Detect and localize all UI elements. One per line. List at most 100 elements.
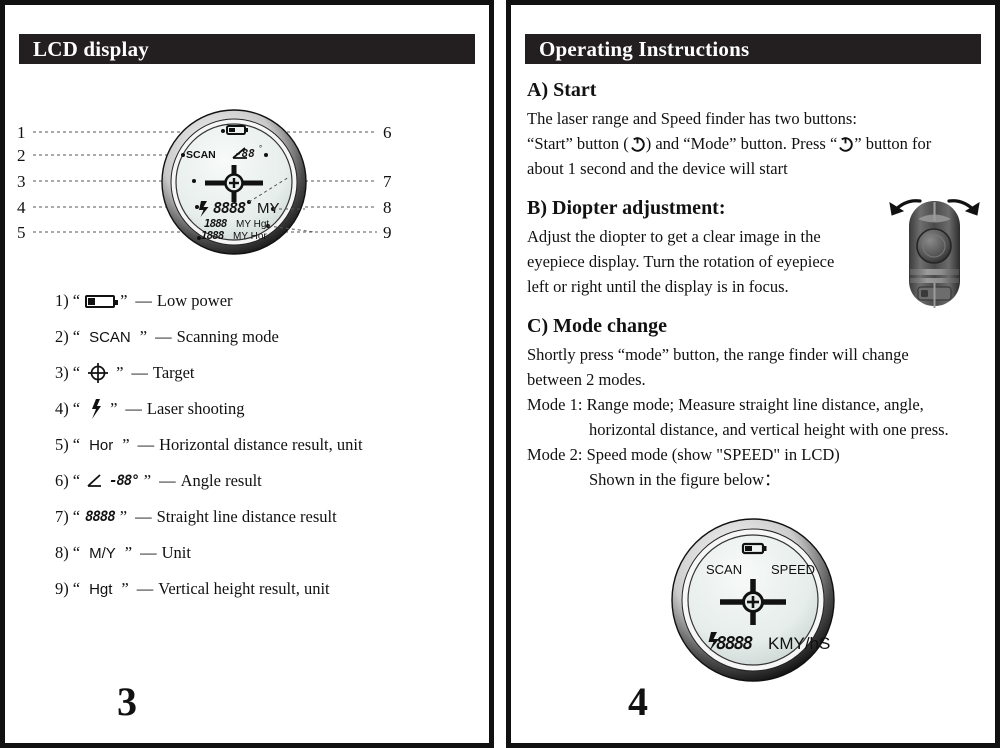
legend-dash: —: [135, 507, 152, 526]
diopter-eyepiece-image: [882, 191, 987, 311]
speed-lcd-value: 8888: [716, 633, 753, 654]
page-number-left: 3: [117, 679, 137, 724]
quote-close: ”: [116, 363, 124, 382]
speed-lcd-speed-label: SPEED: [771, 562, 815, 577]
quote-open: “: [72, 435, 81, 454]
callout-4: 4: [17, 198, 26, 217]
laser-bolt-icon: [85, 397, 105, 421]
callout-5: 5: [17, 223, 26, 242]
quote-open: “: [72, 507, 81, 526]
lcd-display-figure: SCAN -88 ° 8888 MY 1888 MY Hgt 1888 MY H…: [5, 85, 489, 265]
legend-item-1: 1) “ ” — Low power: [55, 283, 473, 319]
quote-close: ”: [110, 399, 118, 418]
digits-symbol: 8888: [85, 509, 116, 525]
legend-item-6: 6) “ -88° ” — Angle result: [55, 463, 473, 499]
section-c-line1: Shortly press “mode” button, the range f…: [527, 345, 909, 364]
legend-item-9: 9) “ Hgt ” — Vertical height result, uni…: [55, 571, 473, 607]
quote-open: “: [72, 363, 81, 382]
section-a-line2-part2: ) and “Mode” button. Press “: [645, 134, 838, 153]
quote-open: “: [72, 471, 81, 490]
legend-item-5: 5) “ Hor ” — Horizontal distance result,…: [55, 427, 473, 463]
section-a-line1: The laser range and Speed finder has two…: [527, 109, 857, 128]
section-a-line2: “Start” button ( ) and “Mode” button. Pre…: [527, 131, 981, 156]
quote-open: “: [72, 291, 81, 310]
left-page: LCD display SCAN -88 ° 8888 MY 1888 MY H…: [0, 0, 494, 748]
legend-num-2: 2): [55, 327, 69, 346]
right-page: Operating Instructions A) Start The lase…: [506, 0, 1000, 748]
legend-dash: —: [125, 399, 142, 418]
legend-dash: —: [131, 363, 148, 382]
callout-7: 7: [383, 172, 392, 191]
legend-dash: —: [135, 291, 152, 310]
legend-num-5: 5): [55, 435, 69, 454]
quote-open: “: [72, 579, 81, 598]
legend-num-6: 6): [55, 471, 69, 490]
svg-text:-88: -88: [235, 147, 255, 160]
power-icon: [837, 134, 854, 152]
legend-desc-1: Low power: [156, 291, 233, 310]
hor-text-symbol: Hor: [89, 436, 114, 454]
legend-dash: —: [140, 543, 157, 562]
left-page-content: LCD display SCAN -88 ° 8888 MY 1888 MY H…: [5, 5, 489, 743]
legend-desc-8: Unit: [161, 543, 191, 562]
quote-close: ”: [139, 327, 148, 346]
quote-close: ”: [119, 507, 128, 526]
legend-num-4: 4): [55, 399, 69, 418]
section-c-heading: C) Mode change: [527, 315, 667, 337]
lcd-hgt-unit: MY Hgt: [236, 219, 269, 230]
quote-open: “: [72, 327, 81, 346]
legend-dash: —: [137, 435, 155, 454]
legend-num-3: 3): [55, 363, 69, 382]
battery-icon: [85, 294, 119, 308]
legend-num-7: 7): [55, 507, 69, 526]
legend-desc-7: Straight line distance result: [156, 507, 337, 526]
legend-item-8: 8) “ M/Y ” — Unit: [55, 535, 473, 571]
power-icon: [629, 134, 646, 152]
legend-item-4: 4) “ ” — Laser shooting: [55, 391, 473, 427]
legend-desc-9: Vertical height result, unit: [158, 579, 330, 598]
page-title: Operating Instructions: [539, 36, 750, 61]
legend-dash: —: [136, 579, 154, 598]
page-title: LCD display: [33, 36, 149, 61]
section-c-figure-caption: Shown in the figure below：: [589, 470, 781, 489]
target-icon: [85, 361, 111, 385]
quote-open: “: [72, 543, 81, 562]
section-c-line2: between 2 modes.: [527, 370, 646, 389]
legend-num-8: 8): [55, 543, 69, 562]
manual-page-spread: LCD display SCAN -88 ° 8888 MY 1888 MY H…: [0, 0, 1000, 748]
hgt-text-symbol: Hgt: [89, 580, 113, 598]
section-a-line2-part1: “Start” button (: [527, 134, 629, 153]
legend-dash: —: [155, 327, 172, 346]
lcd-scan-label: SCAN: [186, 149, 216, 161]
lcd-main-value: 8888: [213, 199, 246, 217]
speed-lcd-unit: KMY/hS: [768, 634, 830, 653]
quote-close: ”: [143, 471, 152, 490]
legend-item-3: 3) “ ” — Target: [55, 355, 473, 391]
section-a-heading: A) Start: [527, 79, 597, 101]
legend-num-9: 9): [55, 579, 69, 598]
lcd-main-unit: MY: [257, 200, 280, 217]
callout-3: 3: [17, 172, 26, 191]
legend-dash: —: [159, 471, 176, 490]
right-page-header-bar: Operating Instructions: [525, 34, 981, 64]
legend-num-1: 1): [55, 291, 69, 310]
angle-value-symbol: -88°: [109, 473, 140, 489]
callout-9: 9: [383, 223, 392, 242]
lcd-hor-value: 1888: [201, 229, 225, 242]
section-c-mode2-line1: Mode 2: Speed mode (show "SPEED" in LCD): [527, 445, 840, 464]
angle-symbol: [85, 472, 103, 490]
speed-mode-lcd-figure: SCAN SPEED 8888 KMY/hS: [511, 517, 995, 687]
callout-2: 2: [17, 146, 26, 165]
quote-close: ”: [122, 435, 130, 454]
legend-desc-3: Target: [152, 363, 195, 382]
legend-desc-5: Horizontal distance result, unit: [159, 435, 363, 454]
callout-6: 6: [383, 123, 392, 142]
section-c-mode1-line1: Mode 1: Range mode; Measure straight lin…: [527, 395, 924, 414]
legend-item-2: 2) “ SCAN ” — Scanning mode: [55, 319, 473, 355]
quote-close: ”: [120, 291, 128, 310]
section-a-text: The laser range and Speed finder has two…: [527, 106, 981, 181]
diopter-knob: [916, 228, 952, 264]
quote-close: ”: [124, 543, 133, 562]
legend-desc-2: Scanning mode: [176, 327, 279, 346]
left-page-header-bar: LCD display: [19, 34, 475, 64]
